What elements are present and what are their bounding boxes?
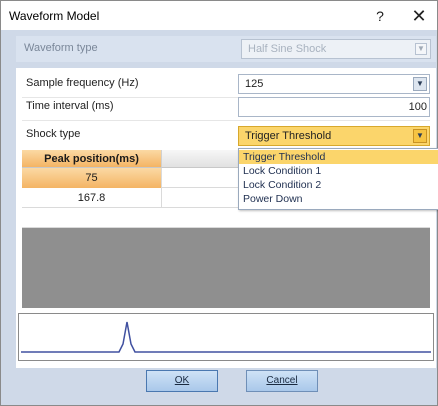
dropdown-option-power-down[interactable]: Power Down xyxy=(239,192,438,206)
help-button[interactable]: ? xyxy=(370,5,390,27)
column-header-peak-position[interactable]: Peak position(ms) xyxy=(22,150,162,168)
cell-peak-position[interactable]: 167.8 xyxy=(22,188,162,208)
shock-type-dropdown: Trigger Threshold Lock Condition 1 Lock … xyxy=(238,148,438,210)
sample-frequency-label: Sample frequency (Hz) xyxy=(26,77,139,89)
cancel-button-label: Cancel xyxy=(266,375,298,386)
waveform-type-row: Waveform type Half Sine Shock ▼ xyxy=(16,36,436,62)
waveform-type-value: Half Sine Shock xyxy=(248,43,327,55)
chevron-down-icon: ▼ xyxy=(415,43,427,55)
waveform-type-label: Waveform type xyxy=(24,42,98,54)
dropdown-option-lock-condition-2[interactable]: Lock Condition 2 xyxy=(239,178,438,192)
shock-type-label: Shock type xyxy=(26,128,81,140)
chevron-down-icon[interactable]: ▼ xyxy=(413,129,427,143)
waveform-plot xyxy=(21,321,431,353)
waveform-type-select: Half Sine Shock ▼ xyxy=(241,39,431,59)
shock-type-select[interactable]: Trigger Threshold ▼ xyxy=(238,126,430,146)
dialog-title: Waveform Model xyxy=(9,9,100,23)
dialog-titlebar: Waveform Model ? ✕ xyxy=(0,0,438,30)
close-button[interactable]: ✕ xyxy=(405,3,433,29)
dropdown-option-lock-condition-1[interactable]: Lock Condition 1 xyxy=(239,164,438,178)
chevron-down-icon[interactable]: ▼ xyxy=(413,77,427,91)
time-interval-label: Time interval (ms) xyxy=(26,100,114,112)
cancel-button[interactable]: Cancel xyxy=(246,370,318,392)
close-icon: ✕ xyxy=(411,6,427,26)
waveform-line xyxy=(21,321,431,353)
shock-type-value: Trigger Threshold xyxy=(245,130,332,142)
cell-peak-position[interactable]: 75 xyxy=(22,168,162,188)
sample-frequency-select[interactable]: 125 ▼ xyxy=(238,74,430,94)
ok-button[interactable]: OK xyxy=(146,370,218,392)
divider xyxy=(22,120,430,121)
table-row-new[interactable] xyxy=(22,208,430,228)
sample-frequency-value: 125 xyxy=(245,78,264,90)
dropdown-option-trigger-threshold[interactable]: Trigger Threshold xyxy=(239,150,438,164)
ok-button-label: OK xyxy=(174,375,190,386)
waveform-preview xyxy=(18,313,434,361)
time-interval-input[interactable] xyxy=(238,97,430,117)
